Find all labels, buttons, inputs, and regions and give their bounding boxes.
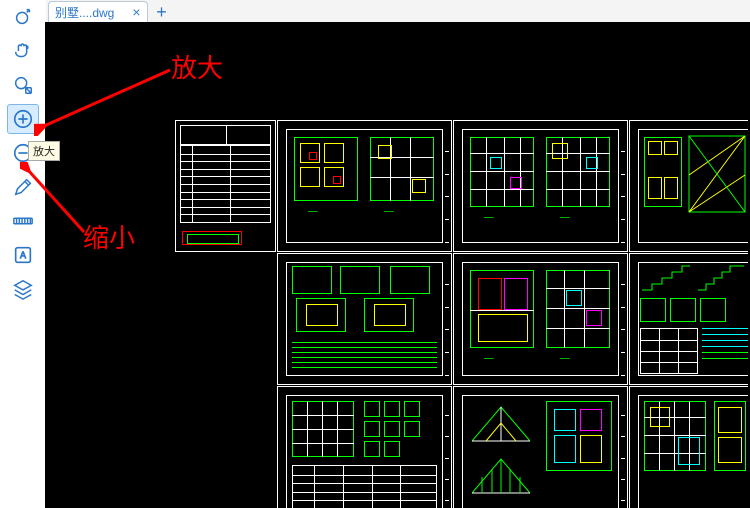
cad-sheet: ━━━━ ━━━━ bbox=[277, 120, 452, 252]
tooltip: 放大 bbox=[28, 141, 60, 161]
annotation-zoom-in: 放大 bbox=[171, 48, 223, 85]
cad-sheet: ━━━━ ━━━━ bbox=[453, 253, 628, 385]
cad-sheet bbox=[277, 253, 452, 385]
text-tool[interactable] bbox=[7, 240, 39, 270]
cad-sheet bbox=[277, 386, 452, 508]
close-tab-icon[interactable]: × bbox=[132, 5, 140, 19]
tab-filename: 别墅....dwg bbox=[55, 4, 114, 21]
layers-tool[interactable] bbox=[7, 274, 39, 304]
cad-sheet bbox=[629, 386, 748, 508]
cad-sheet bbox=[629, 253, 748, 385]
file-tab[interactable]: 别墅....dwg × bbox=[48, 1, 148, 22]
tab-bar: 别墅....dwg × + bbox=[46, 0, 750, 23]
arrow-to-zoom-out bbox=[20, 162, 90, 236]
cad-sheet bbox=[175, 120, 276, 252]
pan-tool[interactable] bbox=[7, 36, 39, 66]
orbit-tool[interactable] bbox=[7, 2, 39, 32]
arrow-to-zoom-in bbox=[34, 66, 174, 136]
add-tab-button[interactable]: + bbox=[152, 2, 172, 22]
cad-sheet: ━━━━ ━━━━ bbox=[453, 120, 628, 252]
annotation-zoom-out: 缩小 bbox=[83, 218, 135, 255]
cad-sheet bbox=[453, 386, 628, 508]
cad-sheet bbox=[629, 120, 748, 252]
